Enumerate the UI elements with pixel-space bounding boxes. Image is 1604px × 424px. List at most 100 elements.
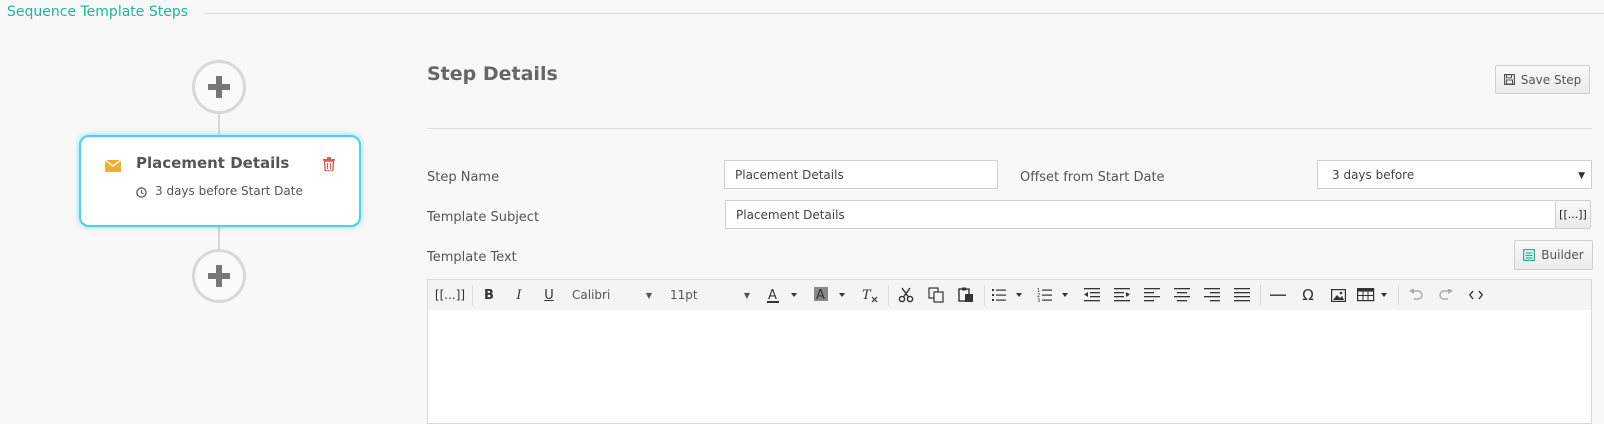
cut-icon: [898, 287, 914, 303]
merge-field-label: [[...]]: [1559, 208, 1587, 221]
template-subject-input[interactable]: Placement Details: [725, 200, 1557, 229]
undo-icon: [1409, 289, 1423, 300]
toolbar-separator: [888, 285, 889, 305]
font-size-value: 11pt: [670, 288, 698, 302]
toolbar-separator: [1398, 285, 1399, 305]
source-code-button[interactable]: [1462, 280, 1490, 310]
copy-button[interactable]: [922, 280, 950, 310]
save-step-label: Save Step: [1520, 72, 1582, 87]
step-card[interactable]: Placement Details 3 days before Start Da…: [79, 135, 361, 227]
save-step-button[interactable]: Save Step: [1495, 65, 1590, 94]
justify-button[interactable]: [1228, 280, 1256, 310]
align-center-button[interactable]: [1168, 280, 1196, 310]
svg-text:A: A: [816, 288, 825, 303]
redo-button[interactable]: [1432, 280, 1460, 310]
paste-button[interactable]: [952, 280, 980, 310]
italic-button[interactable]: I: [506, 280, 532, 310]
indent-icon: [1114, 288, 1130, 302]
highlight-color-button[interactable]: A: [810, 280, 854, 310]
add-step-before-button[interactable]: [192, 60, 246, 114]
bullet-list-icon: [992, 289, 1022, 301]
clear-format-icon: T: [862, 288, 878, 303]
step-name-input[interactable]: Placement Details: [724, 160, 998, 189]
insert-table-button[interactable]: [1354, 280, 1394, 310]
bold-button[interactable]: B: [476, 280, 502, 310]
editor-toolbar: [[...]] B I U Calibri ▼ 11pt ▼ A A T 1 2…: [427, 279, 1592, 311]
table-icon: [1357, 288, 1387, 302]
font-family-value: Calibri: [572, 288, 611, 302]
merge-field-toolbar-button[interactable]: [[...]]: [432, 280, 468, 310]
omega-icon: Ω: [1302, 286, 1314, 304]
save-icon: [1503, 74, 1515, 85]
section-divider: [204, 13, 1604, 14]
numbered-list-button[interactable]: 1 2 3: [1034, 280, 1074, 310]
justify-icon: [1234, 288, 1250, 302]
trash-icon[interactable]: [323, 157, 335, 171]
subject-merge-field-button[interactable]: [[...]]: [1555, 200, 1591, 229]
svg-text:3: 3: [1037, 298, 1040, 303]
template-text-label: Template Text: [427, 250, 517, 265]
chevron-down-icon: ▼: [1578, 171, 1585, 181]
template-subject-value: Placement Details: [736, 207, 845, 222]
align-left-icon: [1144, 288, 1160, 302]
font-family-select[interactable]: Calibri ▼: [566, 280, 658, 310]
font-color-icon: A: [767, 288, 797, 303]
underline-button[interactable]: U: [536, 280, 562, 310]
clock-icon: [136, 187, 147, 198]
merge-field-label: [[...]]: [434, 288, 466, 302]
builder-button[interactable]: Builder: [1514, 240, 1593, 270]
section-divider: [427, 128, 1592, 129]
builder-label: Builder: [1541, 248, 1584, 262]
step-name-label: Step Name: [427, 170, 500, 185]
align-center-icon: [1174, 288, 1190, 302]
template-subject-label: Template Subject: [427, 210, 540, 225]
cut-button[interactable]: [892, 280, 920, 310]
section-title: Sequence Template Steps: [7, 4, 189, 20]
toolbar-separator: [1260, 285, 1261, 305]
chevron-down-icon: ▼: [645, 290, 652, 300]
horizontal-rule-button[interactable]: [1264, 280, 1292, 310]
align-right-button[interactable]: [1198, 280, 1226, 310]
undo-button[interactable]: [1402, 280, 1430, 310]
font-size-select[interactable]: 11pt ▼: [664, 280, 756, 310]
timeline-connector: [218, 226, 220, 250]
copy-icon: [928, 287, 944, 303]
numbered-list-icon: 1 2 3: [1037, 288, 1068, 303]
step-title: Placement Details: [136, 154, 290, 172]
mail-icon: [105, 160, 121, 172]
offset-label: Offset from Start Date: [1020, 170, 1165, 185]
outdent-icon: [1084, 288, 1100, 302]
toolbar-separator: [984, 285, 985, 305]
svg-text:T: T: [862, 288, 872, 303]
svg-text:A: A: [768, 288, 777, 303]
insert-image-button[interactable]: [1324, 280, 1352, 310]
align-left-button[interactable]: [1138, 280, 1166, 310]
offset-value: 3 days before: [1332, 167, 1415, 182]
builder-icon: [1523, 249, 1536, 261]
align-right-icon: [1204, 288, 1220, 302]
special-character-button[interactable]: Ω: [1294, 280, 1322, 310]
template-text-editor[interactable]: [427, 310, 1592, 424]
chevron-down-icon: ▼: [743, 290, 750, 300]
plus-icon: [208, 265, 230, 287]
italic-icon: I: [516, 287, 522, 303]
bold-icon: B: [484, 287, 494, 303]
horizontal-rule-icon: [1270, 294, 1286, 296]
font-color-button[interactable]: A: [762, 280, 806, 310]
offset-select[interactable]: 3 days before ▼: [1317, 160, 1592, 189]
paste-icon: [958, 287, 973, 302]
step-name-value: Placement Details: [735, 167, 844, 182]
page-title: Step Details: [427, 63, 558, 85]
outdent-button[interactable]: [1078, 280, 1106, 310]
underline-icon: U: [544, 287, 554, 303]
code-icon: [1469, 290, 1483, 300]
image-icon: [1330, 288, 1346, 302]
indent-button[interactable]: [1108, 280, 1136, 310]
timeline-connector: [218, 112, 220, 136]
step-offset-text: 3 days before Start Date: [155, 184, 303, 198]
bullet-list-button[interactable]: [988, 280, 1028, 310]
plus-icon: [208, 76, 230, 98]
clear-format-button[interactable]: T: [856, 280, 884, 310]
redo-icon: [1439, 289, 1453, 300]
add-step-after-button[interactable]: [192, 249, 246, 303]
